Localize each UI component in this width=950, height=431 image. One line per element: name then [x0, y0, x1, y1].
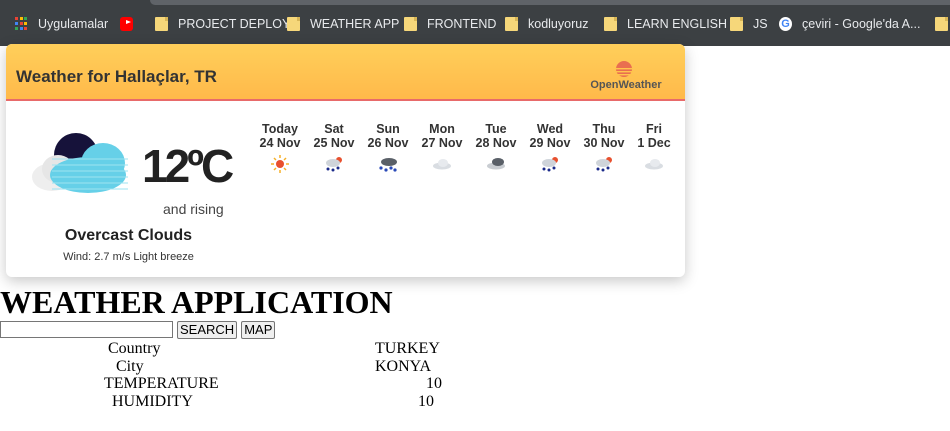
bookmark-weather-app[interactable]: WEATHER APP — [287, 15, 399, 33]
row-label-temperature: TEMPERATURE — [104, 375, 219, 392]
rain-snow-icon — [542, 157, 558, 172]
google-icon: G — [779, 17, 792, 31]
cloud-icon — [645, 159, 663, 170]
forecast-day: Wed 29 Nov — [523, 122, 577, 173]
row-label-country: Country — [108, 340, 161, 357]
row-value-country: TURKEY — [375, 340, 440, 357]
folder-icon — [730, 17, 743, 31]
openweather-brand: OpenWeather — [590, 79, 662, 91]
forecast-day: Tue 28 Nov — [469, 122, 523, 173]
openweather-sun-icon — [615, 61, 633, 77]
row-value-city: KONYA — [375, 358, 431, 375]
bookmark-label: FRONTEND — [427, 17, 497, 31]
tab-strip-edge — [150, 0, 950, 5]
forecast-date: 27 Nov — [421, 136, 463, 150]
row-label-city: City — [116, 358, 144, 375]
forecast-day: Today 24 Nov — [253, 122, 307, 173]
forecast-day: Fri 1 Dec — [627, 122, 681, 173]
rain-snow-icon — [596, 157, 612, 172]
bookmark-learn-english[interactable]: LEARN ENGLISH — [604, 15, 727, 33]
current-temperature: 12ºC — [142, 140, 234, 192]
bookmark-frontend[interactable]: FRONTEND — [404, 15, 496, 33]
bookmark-kodluyoruz[interactable]: kodluyoruz — [505, 15, 588, 33]
bookmarks-bar: Uygulamalar PROJECT DEPLOY WEATHER APP F… — [0, 0, 950, 46]
bookmark-youtube[interactable] — [120, 15, 143, 33]
forecast-day: Thu 30 Nov — [577, 122, 631, 173]
folder-icon — [935, 17, 948, 31]
row-value-temperature: 10 — [426, 375, 442, 392]
openweather-logo[interactable]: OpenWeather — [586, 58, 666, 94]
forecast-date: 28 Nov — [475, 136, 517, 150]
dark-cloud-icon — [487, 158, 505, 170]
wind-info: Wind: 2.7 m/s Light breeze — [63, 251, 194, 263]
forecast-day-name: Wed — [536, 122, 564, 136]
folder-icon — [404, 17, 417, 31]
forecast-day-name: Sun — [376, 122, 400, 136]
forecast-day-name: Tue — [485, 122, 507, 136]
folder-icon — [155, 17, 168, 31]
search-button[interactable]: SEARCH — [177, 320, 238, 339]
folder-icon — [505, 17, 518, 31]
bookmark-label: JS — [753, 17, 768, 31]
bookmark-ceviri[interactable]: G çeviri - Google'da A... — [779, 15, 920, 33]
map-button[interactable]: MAP — [241, 320, 276, 339]
forecast-date: 25 Nov — [313, 136, 355, 150]
bookmark-apps[interactable]: Uygulamalar — [15, 15, 108, 33]
forecast-date: 1 Dec — [637, 136, 671, 150]
forecast-date: 30 Nov — [583, 136, 625, 150]
sun-icon — [271, 155, 289, 173]
temperature-trend: and rising — [163, 201, 224, 217]
folder-icon — [287, 17, 300, 31]
bookmark-label: Uygulamalar — [38, 17, 109, 31]
bookmark-label: PROJECT DEPLOY — [178, 17, 291, 31]
rain-snow-icon — [326, 157, 342, 172]
folder-icon — [604, 17, 617, 31]
bookmark-label: LEARN ENGLISH — [627, 17, 728, 31]
forecast-day: Sun 26 Nov — [361, 122, 415, 173]
cloud-icon — [433, 159, 451, 170]
app-title: WEATHER APPLICATION — [0, 284, 393, 320]
bookmark-label: WEATHER APP — [310, 17, 400, 31]
weather-description: Overcast Clouds — [64, 227, 193, 244]
forecast-day: Sat 25 Nov — [307, 122, 361, 173]
youtube-icon — [120, 17, 133, 31]
forecast-day: Mon 27 Nov — [415, 122, 469, 173]
forecast-day-name: Fri — [646, 122, 662, 136]
row-value-humidity: 10 — [418, 393, 434, 410]
forecast-day-name: Mon — [429, 122, 455, 136]
bookmark-label: kodluyoruz — [528, 17, 589, 31]
forecast-date: 29 Nov — [529, 136, 571, 150]
widget-title: Weather for Hallaçlar, TR — [16, 67, 217, 86]
forecast-date: 26 Nov — [367, 136, 409, 150]
search-row: SEARCH MAP — [0, 320, 279, 339]
apps-grid-icon — [15, 17, 28, 31]
row-label-humidity: HUMIDITY — [112, 393, 193, 410]
night-overcast-clouds-icon — [32, 133, 128, 193]
bookmark-js[interactable]: JS — [730, 15, 768, 33]
forecast-date: 24 Nov — [259, 136, 301, 150]
weather-widget: Weather for Hallaçlar, TR OpenWeather 12… — [6, 44, 685, 277]
search-input[interactable] — [0, 321, 173, 338]
forecast-day-name: Today — [262, 122, 298, 136]
bookmark-label: çeviri - Google'da A... — [802, 17, 921, 31]
bookmark-overflow[interactable] — [935, 15, 950, 33]
bookmark-project-deploy[interactable]: PROJECT DEPLOY — [155, 15, 290, 33]
snow-cloud-icon — [379, 158, 397, 172]
widget-header: Weather for Hallaçlar, TR OpenWeather — [6, 44, 685, 101]
forecast-day-name: Sat — [324, 122, 344, 136]
forecast-day-name: Thu — [592, 122, 616, 136]
